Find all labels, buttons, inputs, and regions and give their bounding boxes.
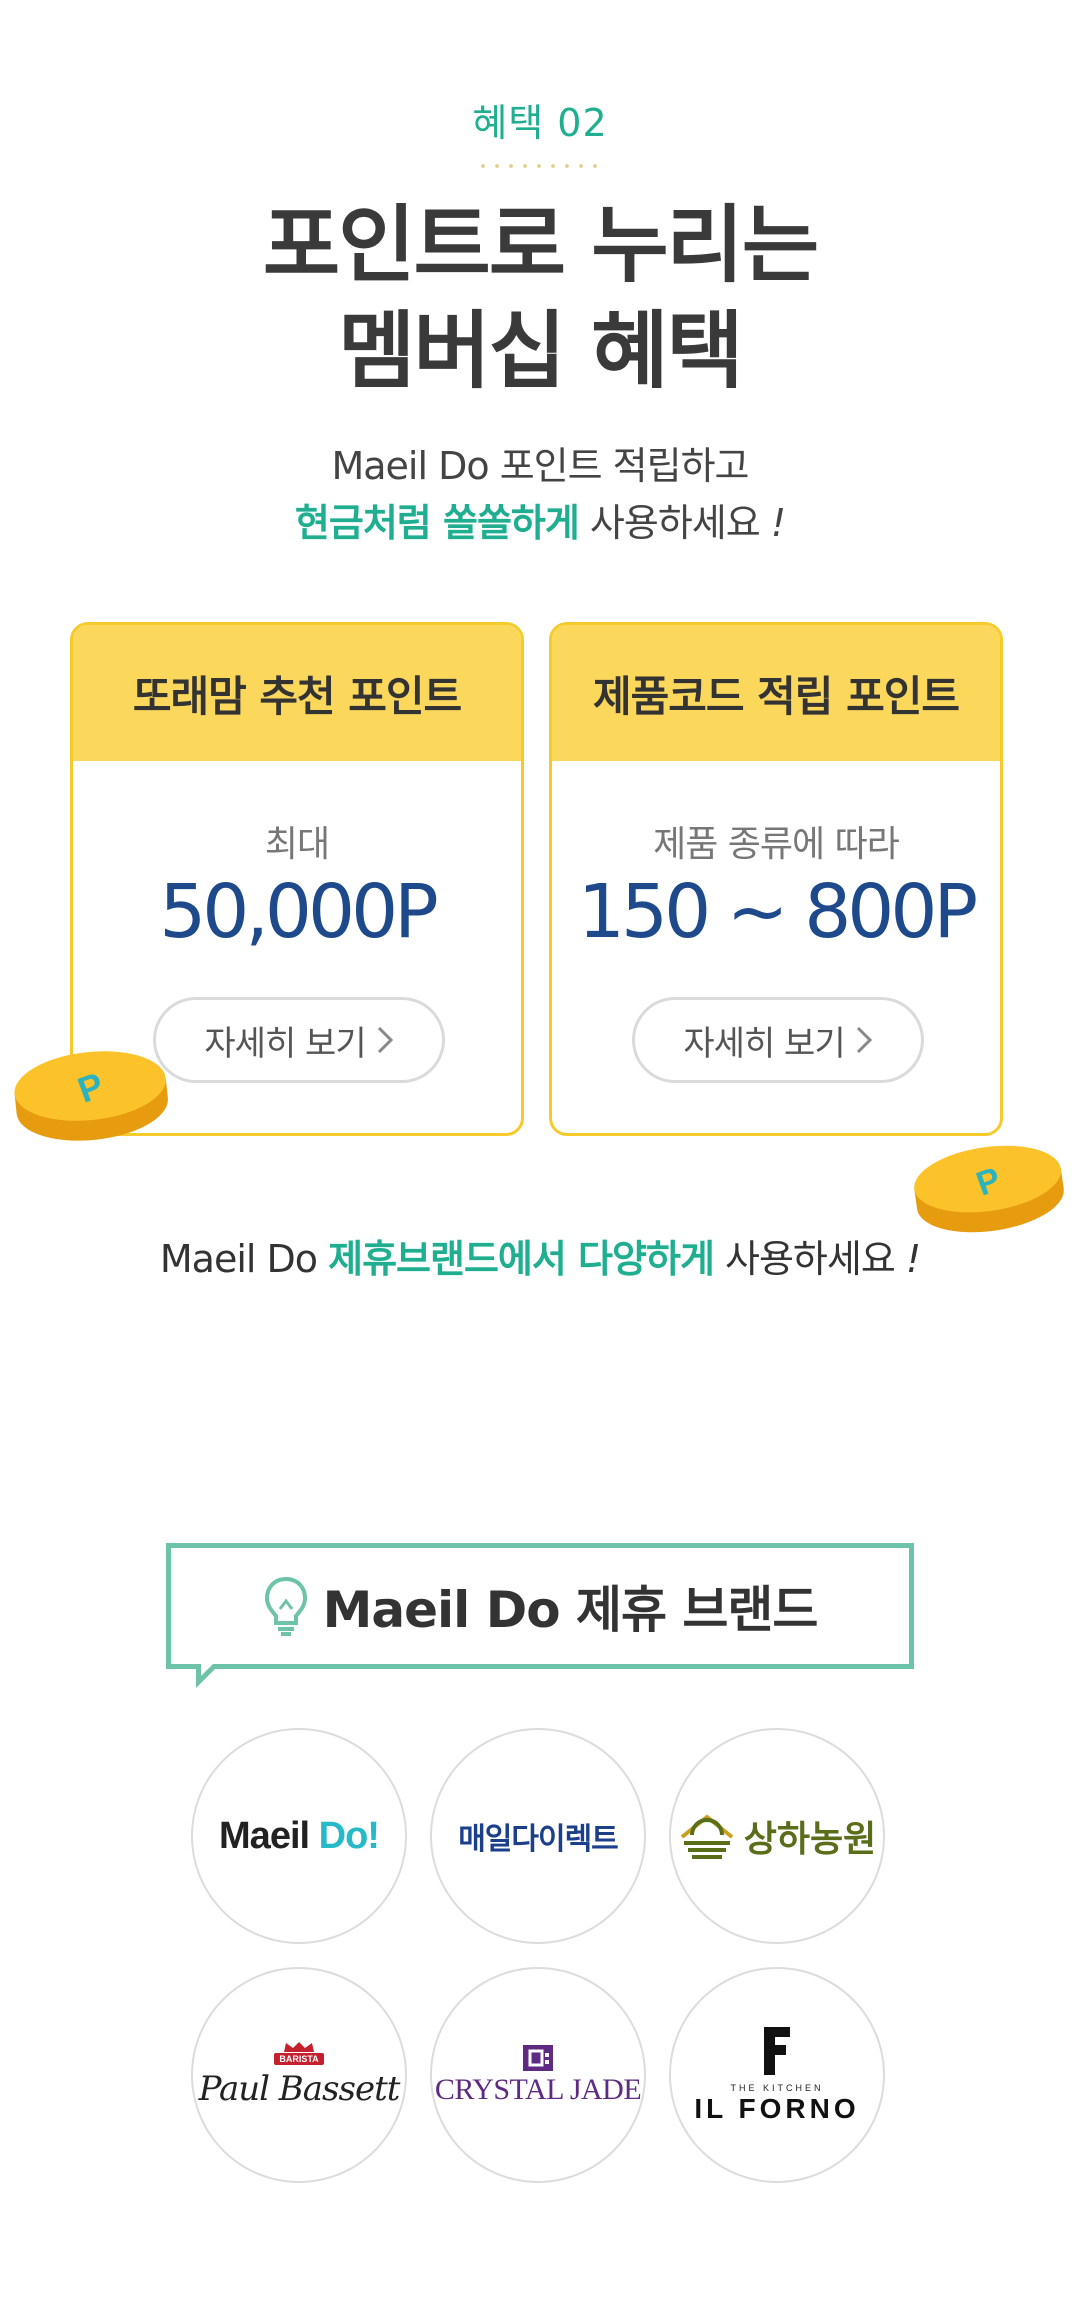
paul-bassett-logo[interactable]: BARISTA Paul Bassett [191, 1967, 407, 2183]
product-code-points-card: 제품코드 적립 포인트 제품 종류에 따라 150 ~ 800P 자세히 보기 [549, 622, 1003, 1136]
section-eyebrow: 혜택 02 [472, 101, 608, 145]
view-details-button[interactable]: 자세히 보기 [632, 997, 924, 1083]
crystal-jade-emblem-icon [523, 2045, 553, 2071]
lightbulb-icon [264, 1576, 307, 1636]
partner-box-title: Maeil Do 제휴 브랜드 [322, 1581, 819, 1639]
subtitle-line-1: Maeil Do 포인트 적립하고 [331, 444, 749, 488]
brand-line-suffix: 사용하세요 [713, 1237, 896, 1281]
speech-tail-inner [201, 1664, 213, 1676]
subtitle-rest: 사용하세요 [578, 501, 761, 545]
dotted-divider [476, 164, 604, 168]
card-value: 50,000P [159, 869, 439, 955]
page-title: 포인트로 누리는 멤버십 혜택 [0, 192, 1080, 404]
brand-line-highlight: 제휴브랜드에서 다양하게 [328, 1237, 715, 1281]
card-value: 150 ~ 800P [577, 869, 978, 955]
card-title: 제품코드 적립 포인트 [552, 625, 1000, 761]
brand-line-exclamation: ! [905, 1237, 921, 1281]
button-label: 자세히 보기 [683, 1023, 845, 1064]
maeil-direct-logo[interactable]: 매일다이렉트 [430, 1728, 646, 1944]
point-coin-icon: P [914, 1145, 1064, 1233]
view-details-button[interactable]: 자세히 보기 [153, 997, 445, 1083]
sangha-farm-logo[interactable]: 상하농원 [669, 1728, 885, 1944]
card-title: 또래맘 추천 포인트 [73, 625, 521, 761]
sangha-farm-emblem-icon [680, 1814, 733, 1859]
maeil-do-logo[interactable]: Maeil Do! [191, 1728, 407, 1944]
crystal-jade-logo[interactable]: CRYSTAL JADE [430, 1967, 646, 2183]
il-forno-emblem-icon [763, 2027, 790, 2075]
chevron-right-icon [377, 1026, 393, 1054]
partner-brands-heading: Maeil Do 제휴 브랜드 [166, 1543, 914, 1669]
button-label: 자세히 보기 [204, 1023, 366, 1064]
subtitle-line-2: 현금처럼 쏠쏠하게 사용하세요 ! [0, 492, 1080, 547]
card-caption: 제품 종류에 따라 [653, 824, 900, 865]
card-caption: 최대 [264, 824, 330, 865]
subtitle-exclamation: ! [770, 501, 786, 545]
title-line-1: 포인트로 누리는 [262, 196, 819, 294]
point-coin-icon: P [14, 1051, 168, 1141]
il-forno-logo[interactable]: THE KITCHEN IL FORNO [669, 1967, 885, 2183]
subtitle-highlight: 현금처럼 쏠쏠하게 [294, 501, 580, 545]
crown-icon [284, 2042, 314, 2052]
partner-usage-text: Maeil Do 제휴브랜드에서 다양하게 사용하세요 ! [0, 1228, 1080, 1283]
brand-line-prefix: Maeil Do [159, 1237, 329, 1281]
title-line-2: 멤버십 혜택 [338, 302, 744, 400]
chevron-right-icon [856, 1026, 872, 1054]
